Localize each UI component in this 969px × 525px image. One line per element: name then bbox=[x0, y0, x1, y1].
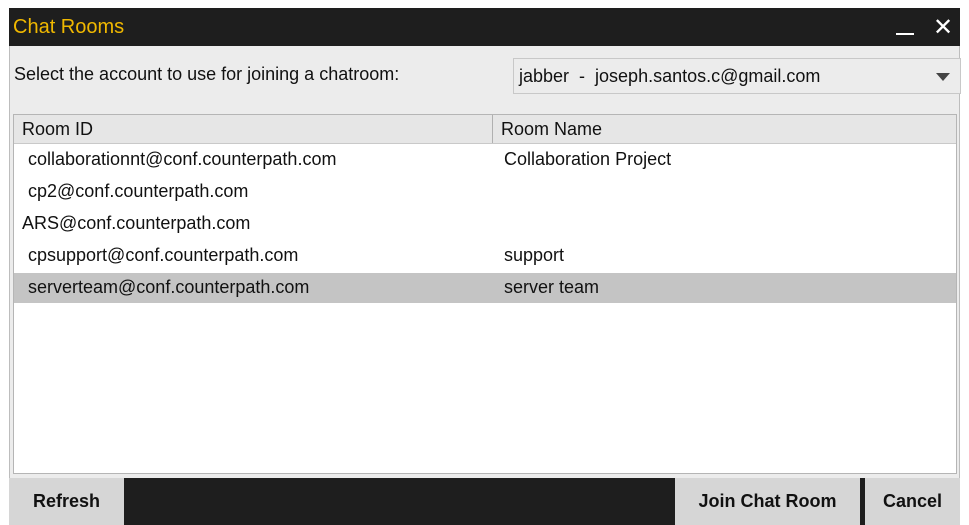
title-bar: Chat Rooms ✕ bbox=[9, 8, 960, 46]
table-row[interactable]: collaborationnt@conf.counterpath.com Col… bbox=[14, 145, 956, 175]
close-icon: ✕ bbox=[932, 13, 954, 41]
window-title: Chat Rooms bbox=[13, 16, 125, 38]
minimize-button[interactable] bbox=[890, 8, 920, 46]
room-id-cell: cpsupport@conf.counterpath.com bbox=[28, 245, 299, 265]
account-dropdown-value: jabber - joseph.santos.c@gmail.com bbox=[519, 66, 821, 86]
room-name-cell: server team bbox=[504, 277, 600, 297]
room-id-cell: serverteam@conf.counterpath.com bbox=[28, 277, 310, 297]
table-row[interactable]: cpsupport@conf.counterpath.com support bbox=[14, 241, 956, 271]
column-header-room-id[interactable]: Room ID bbox=[14, 115, 493, 143]
table-row[interactable]: ARS@conf.counterpath.com bbox=[14, 209, 956, 239]
room-id-cell: ARS@conf.counterpath.com bbox=[22, 213, 251, 233]
rooms-table: Room ID Room Name collaborationnt@conf.c… bbox=[13, 114, 957, 474]
refresh-button[interactable]: Refresh bbox=[9, 478, 124, 525]
chevron-down-icon bbox=[936, 73, 950, 81]
room-name-cell: Collaboration Project bbox=[504, 149, 672, 169]
account-dropdown[interactable]: jabber - joseph.santos.c@gmail.com bbox=[513, 58, 961, 94]
minimize-icon bbox=[896, 33, 914, 35]
dialog-body: Select the account to use for joining a … bbox=[9, 46, 961, 478]
room-id-cell: cp2@conf.counterpath.com bbox=[28, 181, 249, 201]
join-chat-room-button[interactable]: Join Chat Room bbox=[675, 478, 860, 525]
cancel-button[interactable]: Cancel bbox=[865, 478, 960, 525]
room-id-cell: collaborationnt@conf.counterpath.com bbox=[28, 149, 337, 169]
column-header-room-name[interactable]: Room Name bbox=[493, 115, 956, 143]
table-header: Room ID Room Name bbox=[14, 115, 956, 144]
account-label: Select the account to use for joining a … bbox=[14, 64, 400, 84]
button-bar: Refresh Join Chat Room Cancel bbox=[9, 478, 960, 525]
table-row[interactable]: cp2@conf.counterpath.com bbox=[14, 177, 956, 207]
table-row-selected[interactable]: serverteam@conf.counterpath.com server t… bbox=[14, 273, 956, 303]
close-button[interactable]: ✕ bbox=[928, 8, 958, 46]
room-name-cell: support bbox=[504, 245, 565, 265]
